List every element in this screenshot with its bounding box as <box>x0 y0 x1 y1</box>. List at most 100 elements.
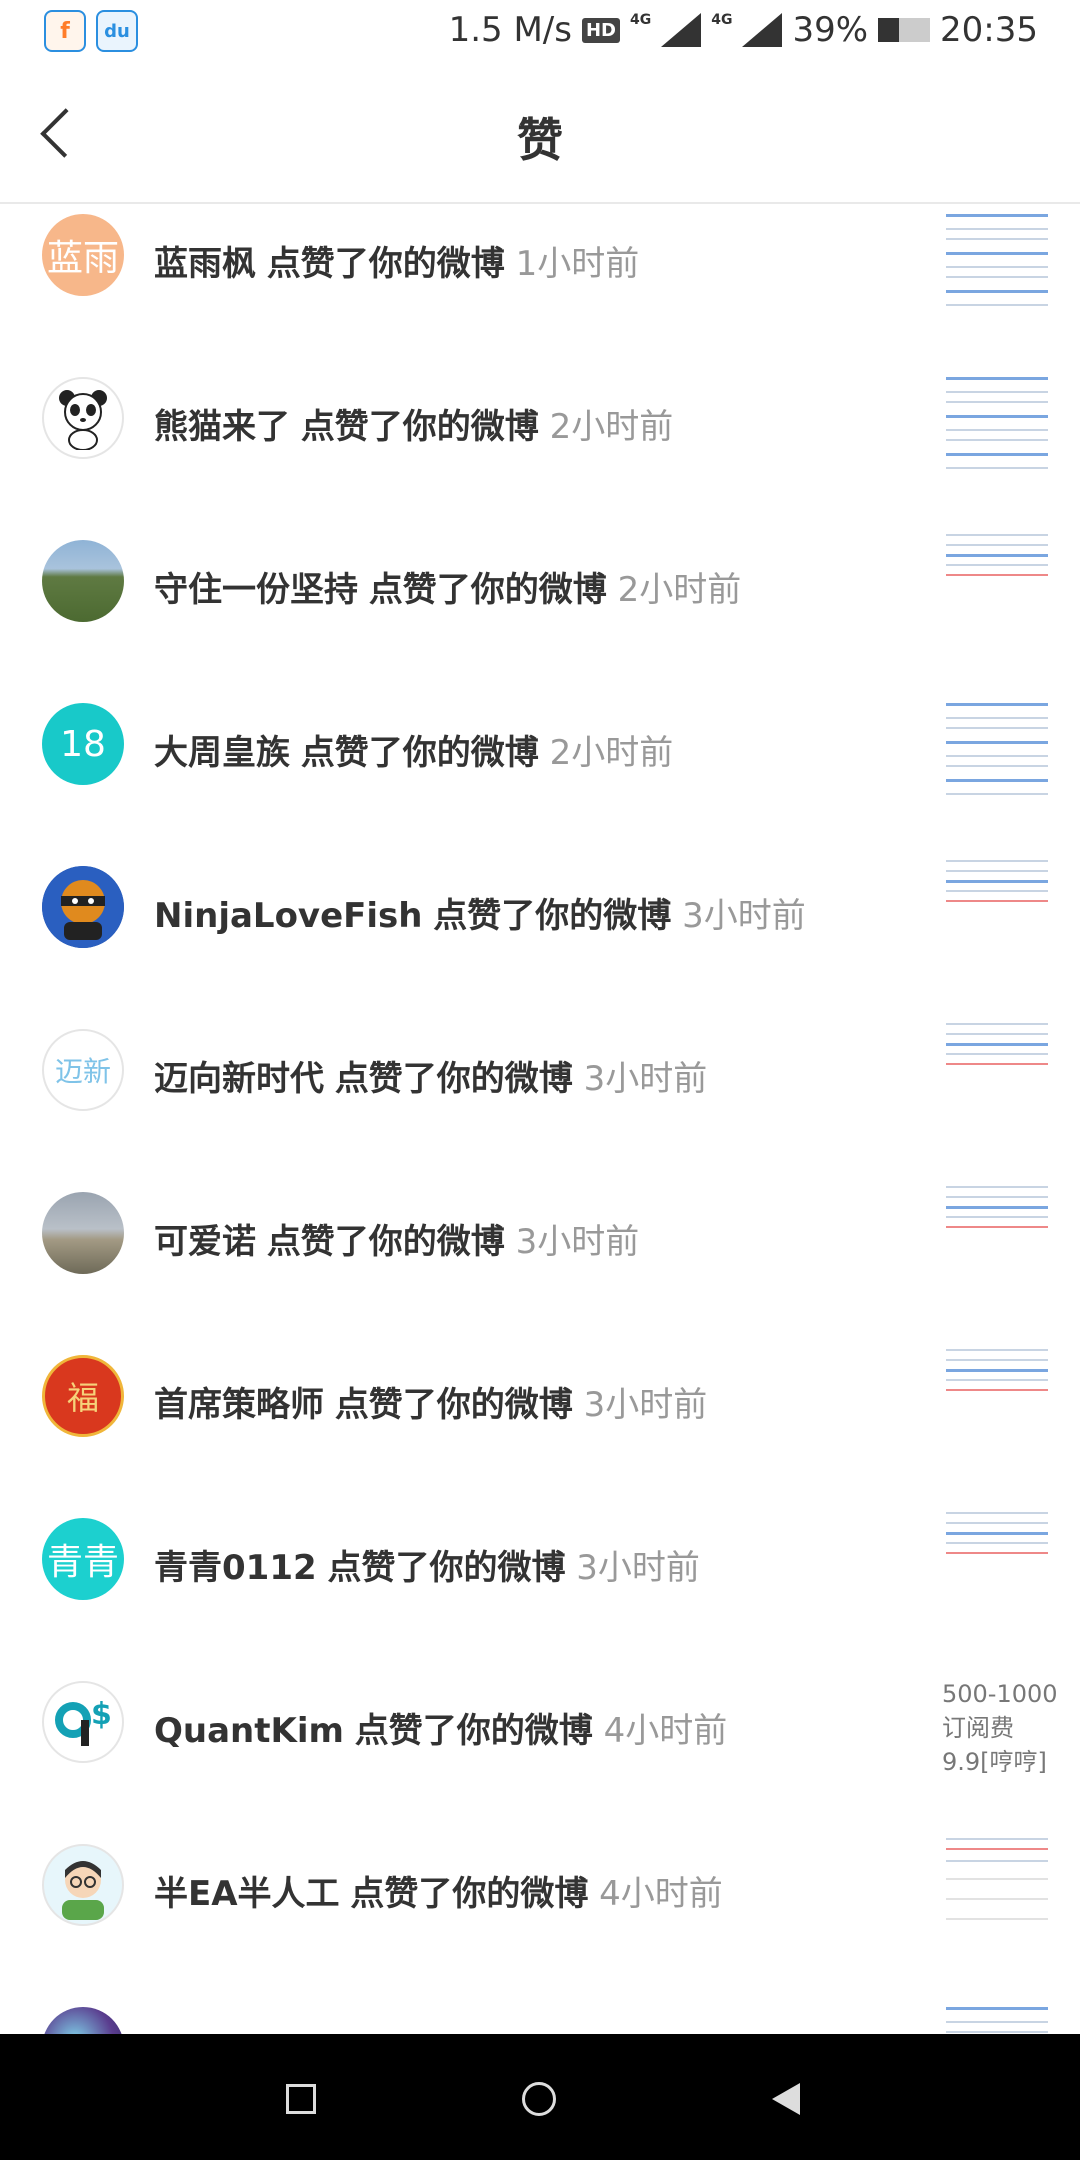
network-type-1: 4G <box>629 12 652 28</box>
signal-icon-2 <box>742 13 783 47</box>
post-thumbnail[interactable] <box>944 697 1050 809</box>
notification-text: QuantKim 点赞了你的微博 4小时前 <box>154 1703 727 1752</box>
user-name[interactable]: 半EA半人工 <box>154 1874 340 1914</box>
triangle-back-icon <box>772 2083 800 2115</box>
action-text: 点赞了你的微博 <box>433 896 672 936</box>
list-item[interactable]: 守住一份坚持 点赞了你的微博 2小时前 <box>0 528 1080 691</box>
notification-text: 守住一份坚持 点赞了你的微博 2小时前 <box>154 562 741 611</box>
avatar[interactable] <box>42 1844 124 1926</box>
user-name[interactable]: 守住一份坚持 <box>154 570 358 610</box>
notification-text: 首席策略师 点赞了你的微博 3小时前 <box>154 1377 707 1426</box>
battery-percent: 39% <box>792 10 869 50</box>
time-text: 2小时前 <box>617 570 742 610</box>
notification-text: 熊猫来了 点赞了你的微博 2小时前 <box>154 399 673 448</box>
action-text: 点赞了你的微博 <box>327 1548 566 1588</box>
avatar[interactable] <box>42 1192 124 1274</box>
svg-text:$: $ <box>91 1697 112 1732</box>
post-thumbnail[interactable] <box>944 1506 1050 1566</box>
action-text: 点赞了你的微博 <box>350 1874 589 1914</box>
user-name[interactable]: 首席策略师 <box>154 1385 324 1425</box>
time-text: 4小时前 <box>599 1874 723 1914</box>
cartoon-person-icon <box>62 1861 104 1920</box>
ninja-icon <box>42 866 124 948</box>
avatar[interactable]: 福 <box>42 1355 124 1437</box>
circle-icon <box>522 2082 556 2116</box>
clock: 20:35 <box>940 10 1038 50</box>
time-text: 3小时前 <box>583 1385 708 1425</box>
avatar[interactable]: 蓝雨 <box>42 214 124 296</box>
post-thumbnail[interactable] <box>944 1180 1050 1240</box>
avatar[interactable]: 青青 <box>42 1518 124 1600</box>
like-notification-list[interactable]: 蓝雨 蓝雨枫 点赞了你的微博 1小时前 熊猫来了 点赞了你的微博 2小时前 守住… <box>0 202 1080 2034</box>
notification-text: 可爱诺 点赞了你的微博 3小时前 <box>154 1214 639 1263</box>
post-thumbnail[interactable] <box>944 2001 1050 2034</box>
time-text: 3小时前 <box>515 1222 640 1262</box>
action-text: 点赞了你的微博 <box>368 570 607 610</box>
list-item[interactable]: 蓝雨 蓝雨枫 点赞了你的微博 1小时前 <box>0 202 1080 365</box>
user-name[interactable]: NinjaLoveFish <box>154 896 422 936</box>
action-text: 点赞了你的微博 <box>266 1222 505 1262</box>
signal-icon <box>661 13 702 47</box>
quantkim-logo-icon: $ <box>55 1697 112 1746</box>
post-thumbnail[interactable] <box>944 854 1050 914</box>
time-text: 3小时前 <box>682 896 806 936</box>
user-name[interactable]: QuantKim <box>154 1711 344 1751</box>
post-text-preview[interactable]: 500-1000 订阅费 9.9[哼哼] <box>942 1677 1062 1779</box>
list-item[interactable]: 青青 青青0112 点赞了你的微博 3小时前 <box>0 1506 1080 1669</box>
avatar[interactable]: 18 <box>42 703 124 785</box>
home-button[interactable] <box>514 2074 564 2124</box>
list-item[interactable]: 半EA半人工 点赞了你的微博 4小时前 <box>0 1832 1080 1995</box>
page-title: 赞 <box>517 113 563 167</box>
status-right: 1.5 M/s HD 4G 4G 39% 20:35 <box>449 8 1038 52</box>
list-item[interactable]: 迈新 迈向新时代 点赞了你的微博 3小时前 <box>0 1017 1080 1180</box>
system-back-button[interactable] <box>762 2074 812 2124</box>
list-item[interactable]: 福 首席策略师 点赞了你的微博 3小时前 <box>0 1343 1080 1506</box>
time-text: 1小时前 <box>515 244 640 284</box>
post-thumbnail[interactable] <box>944 1834 1050 1944</box>
network-speed: 1.5 M/s <box>448 10 572 50</box>
time-text: 4小时前 <box>603 1711 728 1751</box>
hd-icon: HD <box>581 17 620 43</box>
action-text: 点赞了你的微博 <box>354 1711 593 1751</box>
avatar[interactable] <box>42 377 124 459</box>
avatar[interactable] <box>42 866 124 948</box>
avatar[interactable]: 迈新 <box>42 1029 124 1111</box>
post-thumbnail[interactable] <box>944 371 1050 483</box>
app-f-icon: f <box>44 10 86 52</box>
action-text: 点赞了你的微博 <box>300 733 539 773</box>
square-icon <box>286 2084 316 2114</box>
avatar[interactable] <box>42 540 124 622</box>
post-thumbnail[interactable] <box>944 1343 1050 1403</box>
list-item[interactable]: NinjaLoveFish 点赞了你的微博 3小时前 <box>0 854 1080 1017</box>
time-text: 3小时前 <box>576 1548 700 1588</box>
list-item[interactable]: $ QuantKim 点赞了你的微博 4小时前 500-1000 订阅费 9.9… <box>0 1669 1080 1832</box>
user-name[interactable]: 可爱诺 <box>154 1222 256 1262</box>
system-nav-bar <box>0 2034 1080 2160</box>
list-item[interactable]: 18 大周皇族 点赞了你的微博 2小时前 <box>0 691 1080 854</box>
list-item[interactable]: 可爱诺 点赞了你的微博 3小时前 <box>0 1180 1080 1343</box>
post-thumbnail[interactable] <box>944 528 1050 588</box>
top-bar: 赞 <box>0 64 1080 204</box>
time-text: 2小时前 <box>549 407 674 447</box>
user-name[interactable]: 大周皇族 <box>154 733 290 773</box>
recent-apps-button[interactable] <box>276 2074 326 2124</box>
action-text: 点赞了你的微博 <box>334 1059 573 1099</box>
avatar[interactable]: $ <box>42 1681 124 1763</box>
list-item[interactable]: 熊猫来了 点赞了你的微博 2小时前 <box>0 365 1080 528</box>
user-name[interactable]: 迈向新时代 <box>154 1059 324 1099</box>
user-name[interactable]: 熊猫来了 <box>154 407 290 447</box>
list-item[interactable] <box>0 1995 1080 2034</box>
user-name[interactable]: 青青0112 <box>154 1548 317 1588</box>
network-type-2: 4G <box>711 12 733 28</box>
notification-text: NinjaLoveFish 点赞了你的微博 3小时前 <box>154 888 806 937</box>
user-name[interactable]: 蓝雨枫 <box>154 244 256 284</box>
avatar[interactable] <box>42 2007 124 2034</box>
notification-text: 半EA半人工 点赞了你的微博 4小时前 <box>154 1866 723 1915</box>
status-bar: f du 1.5 M/s HD 4G 4G 39% 20:35 <box>0 0 1080 64</box>
post-thumbnail[interactable] <box>944 208 1050 320</box>
notification-text: 大周皇族 点赞了你的微博 2小时前 <box>154 725 673 774</box>
time-text: 3小时前 <box>583 1059 708 1099</box>
post-thumbnail[interactable] <box>944 1017 1050 1077</box>
app-du-icon: du <box>96 10 138 52</box>
battery-icon <box>878 18 931 42</box>
